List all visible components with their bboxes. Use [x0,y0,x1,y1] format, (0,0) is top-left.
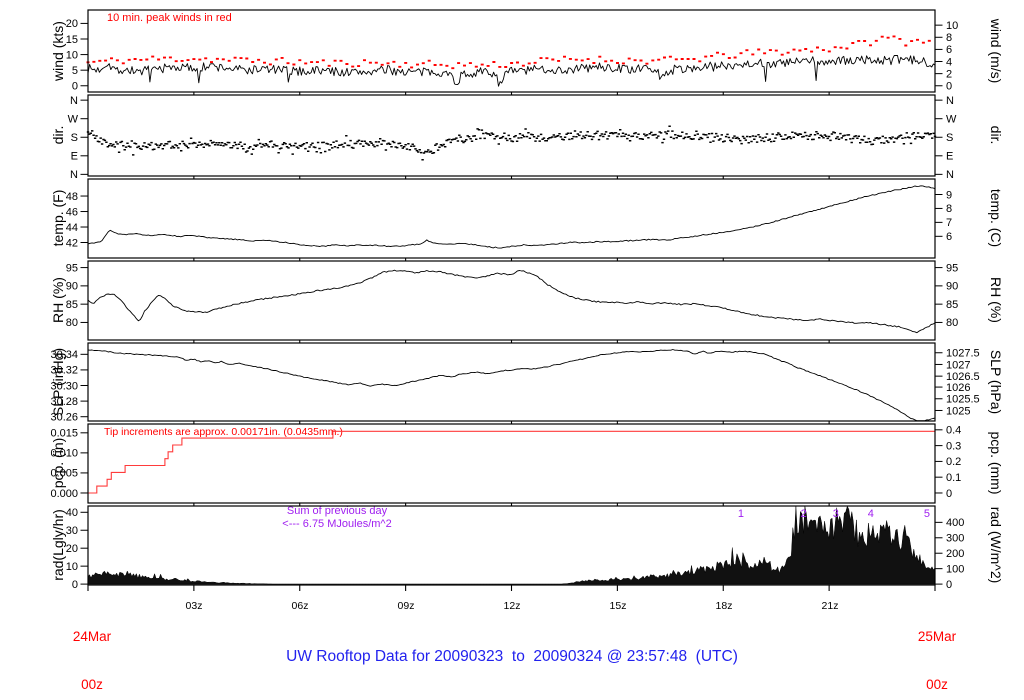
rad-hour-mark-4: 4 [867,508,874,520]
series-rh [87,269,936,334]
panel-wind: 051015200246810 [66,9,958,95]
panel-slp: 30.2630.2830.3030.3230.3410251025.510261… [50,342,980,424]
ytick-left-pcp: 0.000 [50,488,78,500]
series-temp [87,185,936,249]
rad-hour-mark-1: 1 [737,508,744,520]
ytick-left-slp: 30.34 [50,349,78,361]
ytick-right-rad: 100 [946,563,964,575]
ytick-right-rh: 80 [946,317,958,329]
ytick-left-temp: 46 [66,206,78,218]
ytick-left-pcp: 0.010 [50,448,78,460]
ytick-left-pcp: 0.005 [50,468,78,480]
ytick-right-wind: 10 [946,20,958,32]
ytick-left-rh: 90 [66,281,78,293]
ytick-right-dir: W [946,114,957,126]
ytick-right-temp: 9 [946,189,952,201]
ytick-left-wind: 20 [66,18,78,30]
ytick-right-rh: 90 [946,281,958,293]
panel-pcp: 0.000 0.005 0.010 0.015 0 0.1 0.2 0.3 0.4 [50,423,961,506]
ytick-right-temp: 6 [946,231,952,243]
ytick-left-rh: 95 [66,262,78,274]
panel-frame-rh [87,260,936,341]
panel-frame-slp [87,342,936,422]
ytick-right-slp: 1026.5 [946,371,980,383]
series-pcp [88,430,935,494]
ytick-left-temp: 42 [66,237,78,249]
ytick-left-rad: 20 [66,543,78,555]
series-rad-area [87,505,936,585]
ytick-left-slp: 30.26 [50,412,78,424]
ytick-right-pcp: 0.4 [946,425,961,437]
rad-hour-mark-5: 5 [923,508,930,520]
panel-frame-pcp [87,423,936,504]
ytick-right-temp: 7 [946,217,952,229]
ytick-right-slp: 1027.5 [946,348,980,360]
ytick-right-dir: S [946,132,953,144]
meteogram-plot: 051015200246810NWSENNWSEN424446486789808… [50,9,980,591]
rad-hour-mark-3: 3 [832,508,839,520]
panel-frame-dir [87,94,936,177]
panel-rad: 0102030400100200300400 [66,505,964,591]
ytick-right-pcp: 0.1 [946,472,961,484]
ytick-right-wind: 2 [946,68,952,80]
ytick-left-slp: 30.28 [50,396,78,408]
ytick-right-wind: 8 [946,32,952,44]
ytick-right-rh: 85 [946,299,958,311]
x-start-date-line2: 00z [81,677,103,692]
ytick-left-dir: N [70,169,78,181]
panel-dir: NWSENNWSEN [68,94,957,181]
ytick-left-slp: 30.30 [50,380,78,392]
ytick-left-dir: S [71,132,78,144]
rad-hour-mark-2: 2 [800,508,807,520]
ytick-left-dir: E [71,151,78,163]
ytick-left-pcp: 0.015 [50,428,78,440]
ytick-right-rad: 200 [946,548,964,560]
ytick-left-dir: W [68,114,79,126]
series-slp [87,349,936,422]
ytick-right-wind: 6 [946,44,952,56]
ytick-right-wind: 0 [946,81,952,93]
ytick-right-temp: 8 [946,203,952,215]
ytick-right-dir: E [946,151,953,163]
ytick-left-slp: 30.32 [50,365,78,377]
ytick-right-slp: 1025 [946,405,970,417]
ytick-left-wind: 0 [72,81,78,93]
ytick-right-rh: 95 [946,262,958,274]
ytick-right-pcp: 0 [946,488,952,500]
ytick-left-wind: 10 [66,49,78,61]
x-end-date-line2: 00z [926,677,948,692]
page-title: UW Rooftop Data for 20090323 to 20090324… [286,648,738,665]
ytick-right-wind: 4 [946,56,952,68]
ytick-right-slp: 1025.5 [946,394,980,406]
ytick-right-slp: 1026 [946,382,970,394]
ytick-left-dir: N [70,95,78,107]
ytick-left-rad: 10 [66,561,78,573]
ytick-right-dir: N [946,169,954,181]
ytick-left-rh: 80 [66,317,78,329]
panel-rh: 80 85 90 95 80 85 90 95 [66,260,958,343]
ytick-left-temp: 44 [66,222,78,234]
ytick-right-pcp: 0.2 [946,456,961,468]
panel-frame-wind [87,9,936,93]
ytick-right-pcp: 0.3 [946,440,961,452]
series-dir-dashes [86,125,937,161]
ytick-left-wind: 15 [66,34,78,46]
ytick-right-rad: 0 [946,579,952,591]
ytick-left-rad: 0 [72,579,78,591]
ytick-left-wind: 5 [72,65,78,77]
ytick-right-dir: N [946,95,954,107]
ytick-left-rad: 40 [66,507,78,519]
ytick-left-temp: 48 [66,191,78,203]
panel-temp: 42 44 46 48 6 7 8 9 [66,178,952,261]
meteogram-page: wind (kts) dir. temp. (F) RH (%) SLP (in… [0,0,1024,700]
series-wind [87,55,936,87]
ytick-right-rad: 300 [946,533,964,545]
ytick-right-slp: 1027 [946,359,970,371]
ytick-left-rh: 85 [66,299,78,311]
ytick-right-rad: 400 [946,517,964,529]
ytick-left-rad: 30 [66,525,78,537]
